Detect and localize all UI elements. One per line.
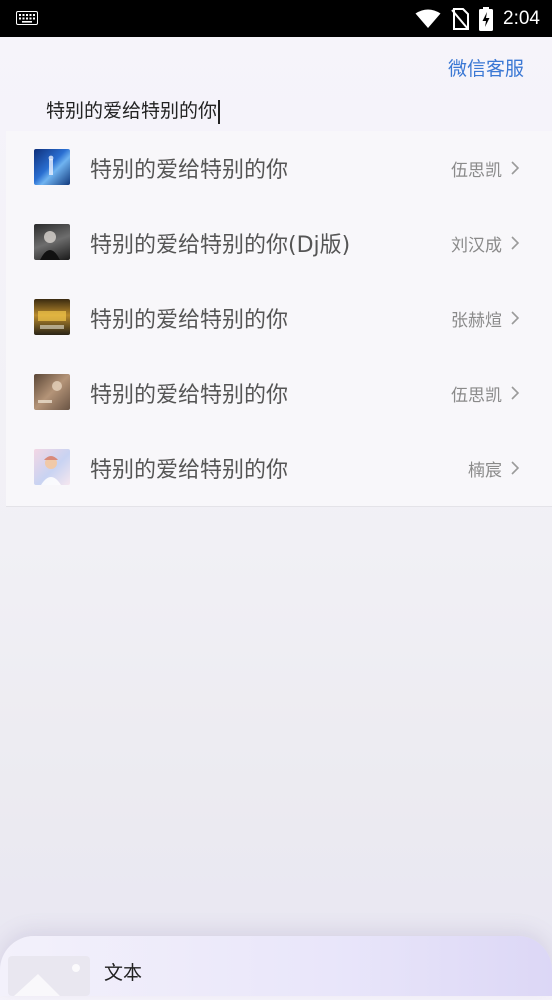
song-title: 特别的爱给特别的你: [90, 308, 289, 333]
artist-name: 伍思凯: [451, 161, 502, 181]
player-text-label: 文本: [104, 962, 143, 984]
chevron-right-icon: [511, 236, 520, 250]
player-cover-image: [8, 956, 90, 996]
chevron-right-icon: [511, 461, 520, 475]
result-row[interactable]: 特别的爱给特别的你 伍思凯: [6, 131, 552, 207]
album-cover-thumbnail: [34, 449, 70, 485]
mini-player[interactable]: 文本: [0, 936, 552, 996]
keyboard-icon: [16, 11, 38, 25]
wechat-service-link[interactable]: 微信客服: [448, 54, 524, 81]
song-title: 特别的爱给特别的你: [90, 383, 289, 408]
artist-name: 张赫煊: [451, 311, 502, 331]
status-bar: 2:04: [0, 0, 552, 37]
result-row[interactable]: 特别的爱给特别的你 伍思凯: [6, 356, 552, 432]
status-time: 2:04: [503, 8, 540, 29]
battery-charging-icon: [479, 7, 494, 31]
chevron-right-icon: [511, 311, 520, 325]
result-row[interactable]: 特别的爱给特别的你(Dj版) 刘汉成: [6, 206, 552, 282]
wifi-icon: [415, 9, 441, 28]
song-title: 特别的爱给特别的你: [90, 458, 289, 483]
album-cover-thumbnail: [34, 299, 70, 335]
song-title: 特别的爱给特别的你: [90, 158, 289, 183]
no-sim-icon: [451, 8, 470, 30]
album-cover-thumbnail: [34, 224, 70, 260]
search-query-text: 特别的爱给特别的你: [46, 100, 218, 122]
chevron-right-icon: [511, 386, 520, 400]
artist-name: 楠宸: [468, 461, 502, 481]
result-row[interactable]: 特别的爱给特别的你 楠宸: [6, 431, 552, 507]
album-cover-thumbnail: [34, 374, 70, 410]
artist-name: 刘汉成: [451, 236, 502, 256]
album-cover-thumbnail: [34, 149, 70, 185]
text-caret: [218, 99, 220, 124]
search-input[interactable]: 特别的爱给特别的你: [46, 96, 220, 124]
song-title: 特别的爱给特别的你(Dj版): [90, 233, 351, 258]
result-row[interactable]: 特别的爱给特别的你 张赫煊: [6, 281, 552, 357]
search-results-list: 特别的爱给特别的你 伍思凯 特别的爱给特别的你(Dj版) 刘汉成 特别的爱给特别…: [6, 131, 552, 507]
artist-name: 伍思凯: [451, 386, 502, 406]
chevron-right-icon: [511, 161, 520, 175]
